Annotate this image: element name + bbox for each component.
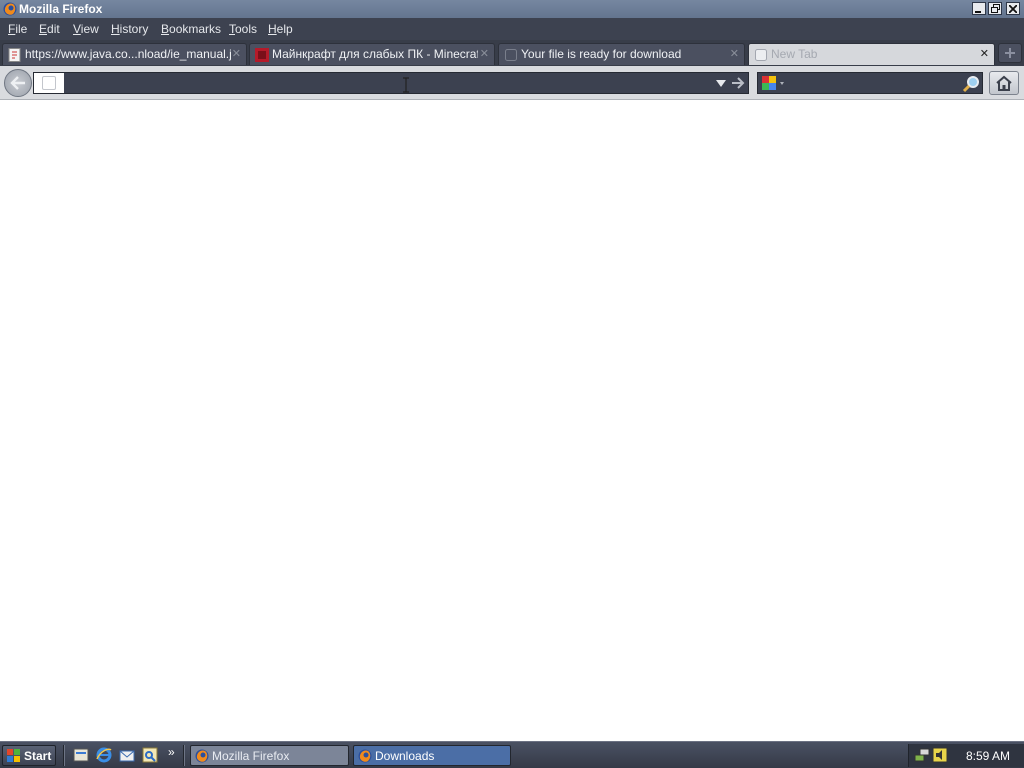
restore-icon xyxy=(990,4,1000,13)
plus-icon xyxy=(1005,48,1015,58)
close-icon xyxy=(1009,4,1017,13)
new-tab-button[interactable] xyxy=(998,43,1022,63)
tab-label: New Tab xyxy=(771,47,818,61)
search-input[interactable] xyxy=(790,74,950,92)
blank-page-icon xyxy=(505,49,517,61)
menu-bookmarks[interactable]: Bookmarks xyxy=(161,22,221,36)
page-content[interactable] xyxy=(0,101,1024,741)
home-icon xyxy=(996,75,1012,91)
email-client-icon[interactable] xyxy=(118,746,136,764)
url-input[interactable] xyxy=(66,74,706,92)
text-cursor-icon xyxy=(403,77,409,93)
home-button[interactable] xyxy=(989,71,1019,95)
menu-tools[interactable]: Tools xyxy=(229,22,257,36)
navigation-toolbar xyxy=(0,66,1024,100)
window-title: Mozilla Firefox xyxy=(19,2,103,16)
restore-button[interactable] xyxy=(988,2,1002,15)
network-icon[interactable] xyxy=(914,747,930,763)
tab-label: https://www.java.co...nload/ie_manual.js… xyxy=(25,47,231,61)
back-arrow-icon xyxy=(10,76,25,90)
search-bar[interactable] xyxy=(757,72,983,94)
internet-explorer-icon[interactable] xyxy=(95,746,113,764)
tab-close-icon[interactable]: ✕ xyxy=(730,47,739,60)
show-desktop-icon[interactable] xyxy=(72,746,90,764)
tab-close-icon[interactable]: ✕ xyxy=(232,47,241,60)
tab-download-ready[interactable]: Your file is ready for download ✕ xyxy=(498,43,745,65)
search-icon[interactable] xyxy=(962,75,980,93)
task-firefox[interactable]: Mozilla Firefox xyxy=(190,745,349,766)
system-tray: 8:59 AM xyxy=(908,744,1024,767)
address-bar[interactable] xyxy=(33,72,749,94)
tab-label: Your file is ready for download xyxy=(521,47,682,61)
tab-close-icon[interactable]: ✕ xyxy=(480,47,489,60)
taskbar: Start » Mozilla Firefox Downloads 8:59 A… xyxy=(0,741,1024,768)
title-bar: Mozilla Firefox xyxy=(0,0,1024,18)
windows-flag-icon xyxy=(7,749,20,762)
google-icon[interactable] xyxy=(761,75,787,91)
menu-help[interactable]: Help xyxy=(268,22,293,36)
close-window-button[interactable] xyxy=(1006,2,1020,15)
task-label: Downloads xyxy=(375,749,435,763)
minimize-icon xyxy=(975,10,981,13)
firefox-icon xyxy=(3,2,17,16)
tab-strip: https://www.java.co...nload/ie_manual.js… xyxy=(0,40,1024,66)
start-label: Start xyxy=(24,749,52,763)
menu-file[interactable]: File xyxy=(8,22,27,36)
firefox-icon xyxy=(358,749,372,763)
clock: 8:59 AM xyxy=(966,749,1011,763)
menu-view[interactable]: View xyxy=(73,22,99,36)
menu-bar: File Edit View History Bookmarks Tools H… xyxy=(0,18,1024,40)
go-arrow-icon[interactable] xyxy=(731,75,745,91)
minimize-button[interactable] xyxy=(972,2,986,15)
tab-minecraft[interactable]: Майнкрафт для слабых ПК - Minecraft ... … xyxy=(249,43,495,65)
menu-history[interactable]: History xyxy=(111,22,148,36)
volume-icon[interactable] xyxy=(932,747,948,763)
blank-page-icon xyxy=(755,49,767,61)
tab-java-manual[interactable]: https://www.java.co...nload/ie_manual.js… xyxy=(2,43,247,65)
java-page-icon xyxy=(8,48,21,62)
tab-close-icon[interactable]: ✕ xyxy=(980,47,989,60)
quicklaunch-more-button[interactable]: » xyxy=(168,745,175,759)
tab-label: Майнкрафт для слабых ПК - Minecraft ... xyxy=(272,47,478,61)
taskbar-separator xyxy=(63,745,65,766)
minecraft-site-icon xyxy=(255,48,269,62)
tab-new-tab[interactable]: New Tab ✕ xyxy=(748,43,995,65)
site-identity-icon[interactable] xyxy=(34,73,64,93)
media-icon[interactable] xyxy=(141,746,159,764)
taskbar-separator xyxy=(183,745,185,766)
task-downloads[interactable]: Downloads xyxy=(353,745,511,766)
task-label: Mozilla Firefox xyxy=(212,749,290,763)
back-button[interactable] xyxy=(4,69,32,97)
chevron-down-icon[interactable] xyxy=(714,76,728,90)
menu-edit[interactable]: Edit xyxy=(39,22,60,36)
start-button[interactable]: Start xyxy=(2,745,56,766)
firefox-icon xyxy=(195,749,209,763)
